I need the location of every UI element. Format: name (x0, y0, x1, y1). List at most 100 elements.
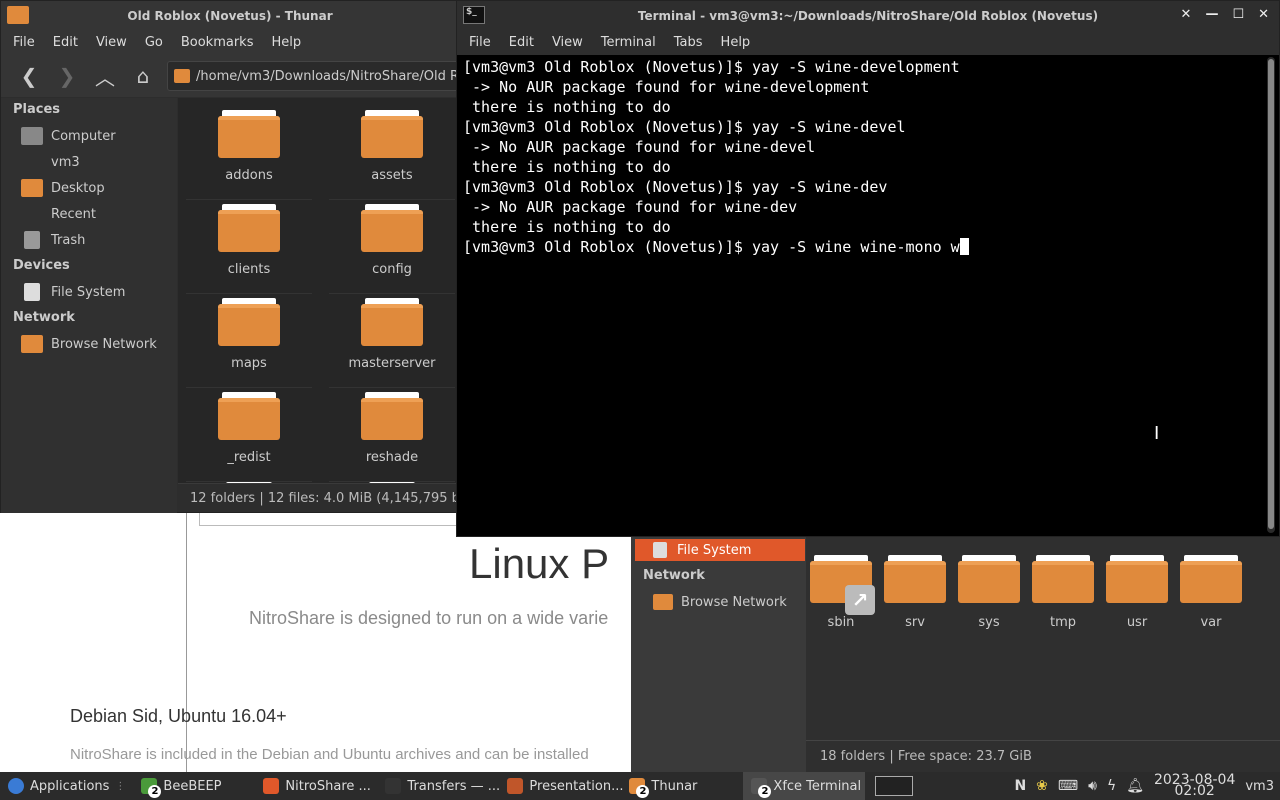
folder-label: srv (905, 615, 925, 630)
folder-item[interactable]: var (1180, 555, 1242, 630)
taskbar: Applications ⋮ 2 BeeBEEP NitroShare ... Tra… (0, 772, 1280, 800)
folder-icon (174, 69, 190, 83)
folder-item[interactable]: reshade (323, 392, 460, 482)
folder-item[interactable]: tmp (1032, 555, 1094, 630)
taskbar-label: Thunar (651, 778, 698, 794)
notification-bell-icon[interactable]: 🔔︎ (1126, 778, 1144, 794)
taskbar-button-xfce-terminal[interactable]: 2 Xfce Terminal (743, 772, 866, 800)
folder-item[interactable]: maps (180, 298, 318, 388)
folder-icon (1032, 555, 1094, 603)
taskbar-button-transfers[interactable]: Transfers — ... (377, 772, 500, 800)
back-arrow-icon[interactable]: ❮ (15, 62, 43, 90)
forward-arrow-icon[interactable]: ❯ (53, 62, 81, 90)
terminal-line: there is nothing to do (463, 218, 671, 236)
folder-label: sys (978, 615, 1000, 630)
menu-help[interactable]: Help (271, 35, 301, 50)
folder-item[interactable]: config (323, 204, 460, 294)
folder-label: masterserver (348, 356, 436, 371)
sidebar-item-vm3[interactable]: vm3 (21, 151, 80, 173)
folder-item[interactable]: masterserver (323, 298, 460, 388)
terminal-output[interactable]: [vm3@vm3 Old Roblox (Novetus)]$ yay -S w… (459, 55, 1265, 535)
app-icon: 2 (629, 778, 650, 798)
menu-view[interactable]: View (96, 35, 127, 50)
menu-file[interactable]: File (13, 35, 35, 50)
menu-file[interactable]: File (469, 35, 491, 50)
sidebar-item-file-system[interactable]: File System (21, 281, 125, 303)
folder-label: config (372, 262, 412, 277)
menu-bookmarks[interactable]: Bookmarks (181, 35, 254, 50)
sidebar-item-computer[interactable]: Computer (21, 125, 116, 147)
power-icon[interactable]: ϟ (1107, 778, 1116, 794)
terminal-icon: $_ (463, 6, 485, 24)
folder-label: tmp (1049, 615, 1076, 630)
terminal-scrollbar[interactable] (1267, 57, 1275, 533)
file-manager-secondary: File System Network Browse Network ↗ sbin… (631, 537, 1280, 772)
folder-item[interactable]: clients (180, 204, 318, 294)
menu-edit[interactable]: Edit (509, 35, 534, 50)
menu-view[interactable]: View (552, 35, 583, 50)
folder-icon (361, 298, 423, 346)
folder-item[interactable]: ↗ sbin (810, 555, 875, 630)
menu-terminal[interactable]: Terminal (601, 35, 656, 50)
taskbar-button-nitroshare[interactable]: NitroShare ... (255, 772, 377, 800)
taskbar-button-presentation[interactable]: Presentation... (499, 772, 623, 800)
thunar-window: Old Roblox (Novetus) - Thunar File Edit Vi… (0, 0, 460, 513)
folder-label: addons (225, 168, 273, 183)
user-name[interactable]: vm3 (1245, 779, 1274, 794)
menu-go[interactable]: Go (145, 35, 163, 50)
home-icon[interactable]: ⌂ (129, 62, 157, 90)
folder-label: reshade (365, 450, 419, 465)
folder-icon (361, 392, 423, 440)
sidebar-item-desktop[interactable]: Desktop (21, 177, 105, 199)
menu-help[interactable]: Help (721, 35, 751, 50)
menu-edit[interactable]: Edit (53, 35, 78, 50)
applications-menu-button[interactable]: Applications ⋮ (0, 772, 133, 800)
window-controls: ✕ — ☐ ✕ (1181, 7, 1269, 22)
scrollbar-thumb[interactable] (1268, 59, 1274, 529)
folder-item[interactable]: _redist (180, 392, 318, 482)
drag-handle-icon: ⋮ (115, 780, 126, 792)
folder-label: _redist (227, 450, 271, 465)
thunar-titlebar[interactable]: Old Roblox (Novetus) - Thunar (1, 1, 459, 30)
nitroshare-tray-icon[interactable]: N (1014, 778, 1026, 794)
page-subheading: Debian Sid, Ubuntu 16.04+ (70, 706, 287, 726)
workspace-switcher[interactable] (865, 772, 923, 800)
folder-item[interactable]: sys (958, 555, 1020, 630)
sidebar-item-trash[interactable]: Trash (21, 229, 85, 251)
clock[interactable]: 2023-08-04 02:02 (1154, 773, 1235, 798)
close-icon[interactable]: ✕ (1181, 7, 1192, 22)
close-icon[interactable]: ✕ (1258, 7, 1269, 22)
menu-tabs[interactable]: Tabs (674, 35, 703, 50)
thunar-toolbar: ❮ ❯ ︿ ⌂ /home/vm3/Downloads/NitroShare/O… (1, 55, 459, 97)
folder-label: assets (371, 168, 413, 183)
sidebar-places-header: Places (13, 102, 61, 117)
folder-item[interactable]: usr (1106, 555, 1168, 630)
thunar-sidebar: Places Computer vm3 Desktop Recent Trash… (1, 98, 177, 513)
keyboard-icon[interactable]: ⌨ (1058, 778, 1078, 794)
up-arrow-icon[interactable]: ︿ (91, 62, 119, 90)
sidebar-network-header: Network (643, 568, 705, 583)
taskbar-button-thunar[interactable]: 2 Thunar (621, 772, 743, 800)
sidebar-item-browse-network[interactable]: Browse Network (635, 591, 805, 613)
taskbar-button-beebeep[interactable]: 2 BeeBEEP (133, 772, 255, 800)
folder-item[interactable]: addons (180, 110, 318, 200)
sidebar-item-recent[interactable]: Recent (21, 203, 96, 225)
terminal-line: [vm3@vm3 Old Roblox (Novetus)]$ yay -S w… (463, 118, 906, 136)
volume-icon[interactable]: 🔊︎ (1088, 778, 1097, 794)
minimize-icon[interactable]: — (1205, 7, 1218, 22)
beebeep-tray-icon[interactable]: ❀ (1036, 778, 1048, 794)
folder-item[interactable]: srv (884, 555, 946, 630)
terminal-titlebar[interactable]: $_ Terminal - vm3@vm3:~/Downloads/NitroS… (457, 1, 1279, 30)
fm2-folder-grid: ↗ sbin srv sys tmp usr var (810, 555, 1242, 630)
sidebar-item-file-system[interactable]: File System (635, 539, 805, 561)
location-bar[interactable]: /home/vm3/Downloads/NitroShare/Old Rob (167, 61, 459, 91)
folder-icon (361, 110, 423, 158)
browser-window-left (0, 512, 186, 772)
workspace-icon (875, 776, 914, 796)
maximize-icon[interactable]: ☐ (1232, 7, 1244, 22)
home-folder-icon (21, 153, 43, 171)
applications-icon (8, 778, 24, 794)
folder-item[interactable]: assets (323, 110, 460, 200)
terminal-menubar: File Edit View Terminal Tabs Help (457, 30, 1279, 55)
sidebar-item-browse-network[interactable]: Browse Network (21, 333, 157, 355)
